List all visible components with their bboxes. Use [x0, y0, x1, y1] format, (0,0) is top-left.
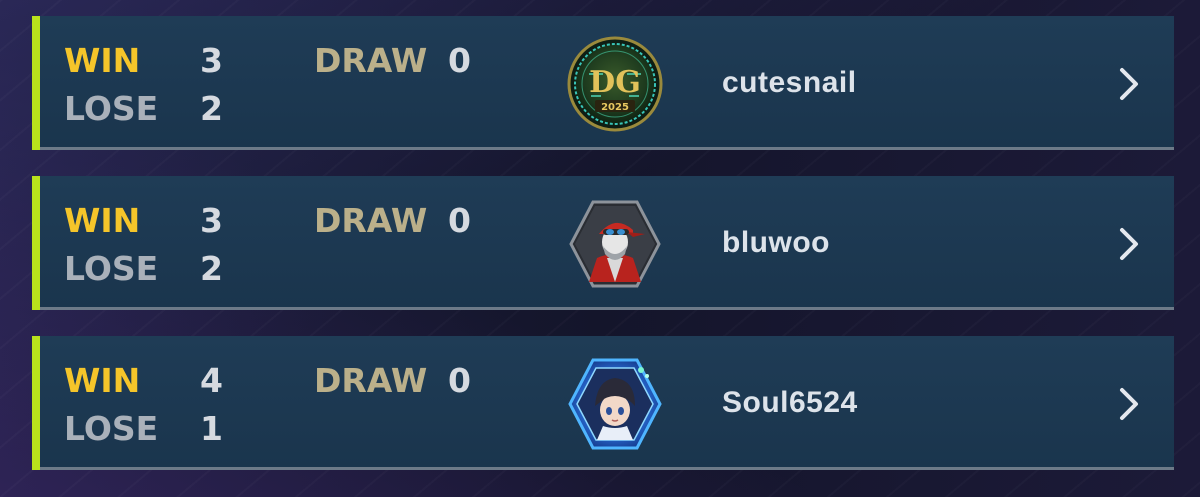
win-count: 3 [200, 201, 223, 240]
draw-count: 0 [448, 41, 471, 80]
lose-count: 2 [200, 89, 223, 128]
win-label: WIN [64, 41, 141, 80]
lose-label: LOSE [64, 409, 159, 448]
lose-count: 1 [200, 409, 223, 448]
chevron-right-icon[interactable] [1116, 384, 1144, 424]
player-name: Soul6524 [722, 386, 858, 419]
draw-label: DRAW [314, 41, 428, 80]
win-count: 4 [200, 361, 223, 400]
svg-text:DG: DG [589, 65, 641, 100]
win-label: WIN [64, 361, 141, 400]
lose-label: LOSE [64, 89, 159, 128]
chevron-right-icon[interactable] [1116, 64, 1144, 104]
draw-count: 0 [448, 201, 471, 240]
svg-text:2025: 2025 [601, 102, 629, 113]
dg-2025-emblem-icon: DG 2025 [567, 36, 663, 132]
draw-label: DRAW [314, 201, 428, 240]
win-label: WIN [64, 201, 141, 240]
player-row[interactable]: WIN 3 LOSE 2 DRAW 0 DG 2025 cutesnail [32, 16, 1174, 150]
draw-label: DRAW [314, 361, 428, 400]
win-count: 3 [200, 41, 223, 80]
player-name: bluwoo [722, 226, 830, 259]
player-name: cutesnail [722, 66, 857, 99]
draw-count: 0 [448, 361, 471, 400]
lose-count: 2 [200, 249, 223, 288]
lose-label: LOSE [64, 249, 159, 288]
red-cap-character-icon [569, 200, 661, 288]
chevron-right-icon[interactable] [1116, 224, 1144, 264]
player-row[interactable]: WIN 3 LOSE 2 DRAW 0 bluwoo [32, 176, 1174, 310]
blue-hex-character-icon [568, 358, 662, 450]
match-results-screen: WIN 3 LOSE 2 DRAW 0 DG 2025 cutesnail WI… [0, 0, 1200, 497]
player-row[interactable]: WIN 4 LOSE 1 DRAW 0 Soul6524 [32, 336, 1174, 470]
